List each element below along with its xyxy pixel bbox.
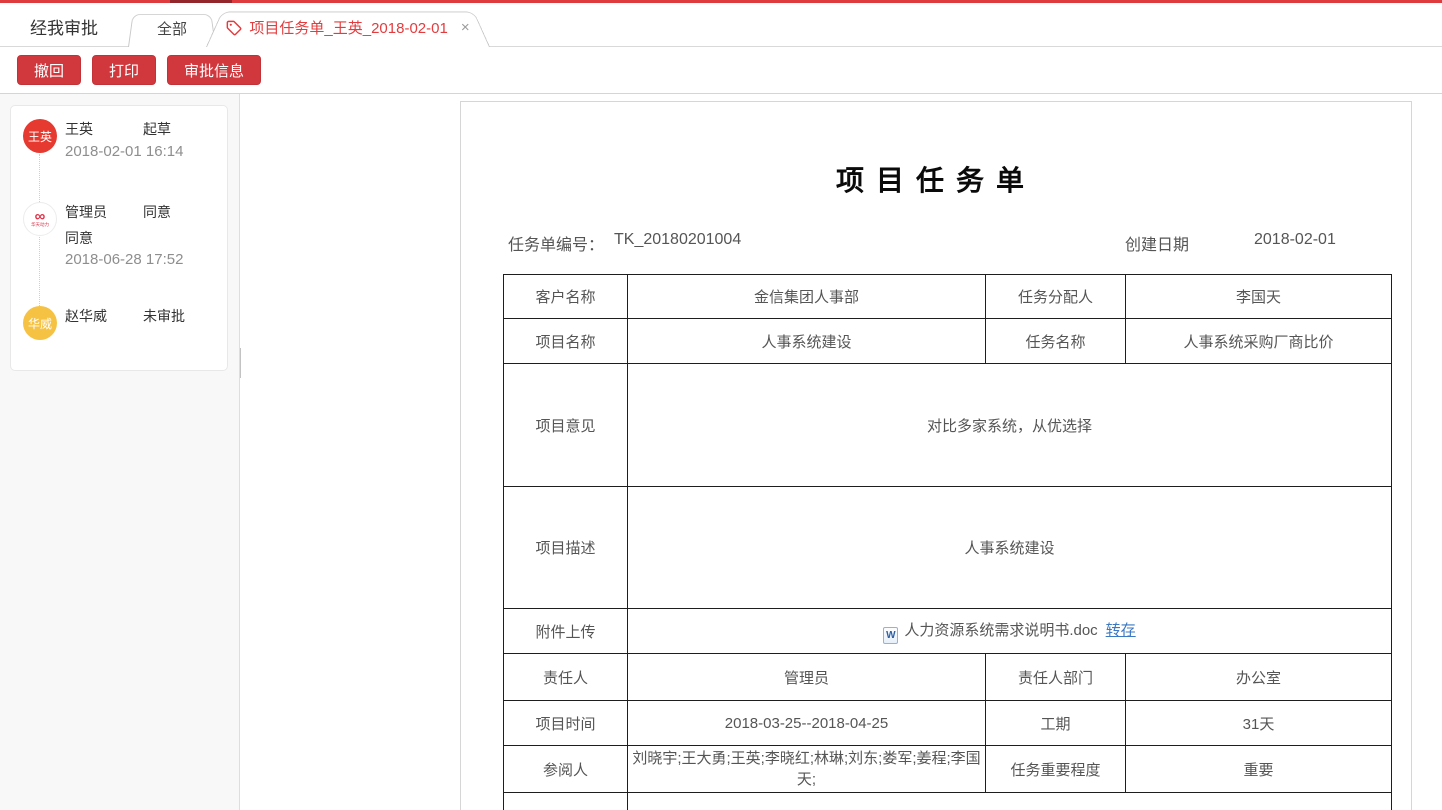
created-date-value: 2018-02-01 — [1254, 231, 1336, 249]
period-label: 项目时间 — [504, 701, 628, 746]
document-page: 项目任务单 任务单编号： TK_20180201004 创建日期 2018-02… — [460, 101, 1412, 810]
opinion-label: 项目意见 — [504, 364, 628, 487]
readers-label: 参阅人 — [504, 746, 628, 793]
page-title: 经我审批 — [30, 14, 98, 39]
logo-avatar: ∞ 华天动力 — [23, 202, 57, 236]
description-label: 项目描述 — [504, 487, 628, 609]
approval-info-button[interactable]: 审批信息 — [167, 55, 261, 85]
flow-step-admin: ∞ 华天动力 管理员 同意 同意 2018-06-28 17:52 — [23, 202, 219, 269]
owner-dept-label: 责任人部门 — [986, 654, 1126, 701]
avatar-initials: 华威 — [28, 315, 52, 332]
document-meta-row: 任务单编号： TK_20180201004 创建日期 2018-02-01 — [461, 231, 1411, 255]
step-status: 起草 — [143, 120, 171, 139]
step-user-name: 王英 — [65, 120, 143, 139]
importance-label: 任务重要程度 — [986, 746, 1126, 793]
document-area: 项目任务单 任务单编号： TK_20180201004 创建日期 2018-02… — [241, 94, 1442, 810]
project-name-label: 项目名称 — [504, 319, 628, 364]
flow-step-draft: 王英 王英 起草 2018-02-01 16:14 — [23, 119, 219, 161]
task-name-value: 人事系统采购厂商比价 — [1126, 319, 1392, 364]
opinion-value: 对比多家系统，从优选择 — [628, 364, 1392, 487]
description-value: 人事系统建设 — [628, 487, 1392, 609]
project-name-value: 人事系统建设 — [628, 319, 986, 364]
logo-brand-text: 华天动力 — [31, 222, 49, 227]
approval-flow-panel: 王英 王英 起草 2018-02-01 16:14 ∞ 华天动力 — [0, 94, 240, 810]
logo-infinity-icon: ∞ — [35, 211, 46, 222]
step-user-name: 赵华威 — [65, 307, 143, 326]
period-value: 2018-03-25--2018-04-25 — [628, 701, 986, 746]
duration-value: 31天 — [1126, 701, 1392, 746]
created-date-label: 创建日期 — [1125, 231, 1189, 255]
step-status: 未审批 — [143, 307, 185, 326]
duration-label: 工期 — [986, 701, 1126, 746]
tab-task-form-label: 项目任务单_王英_2018-02-01 — [249, 17, 447, 38]
app-window: 经我审批 全部 项目任务单_王英_2018-02-01 × 撤回 打印 审批信息… — [0, 0, 1442, 810]
task-no-value: TK_20180201004 — [614, 231, 741, 249]
withdraw-button[interactable]: 撤回 — [17, 55, 81, 85]
tab-all-label: 全部 — [157, 18, 187, 39]
tab-bar: 经我审批 全部 项目任务单_王英_2018-02-01 × — [0, 3, 1442, 47]
step-status: 同意 — [143, 203, 171, 222]
assigner-label: 任务分配人 — [986, 275, 1126, 319]
tag-icon — [226, 20, 242, 36]
toolbar: 撤回 打印 审批信息 — [0, 47, 1442, 94]
tab-all[interactable]: 全部 — [128, 10, 216, 47]
step-user-name: 管理员 — [65, 203, 143, 222]
attachment-save-link[interactable]: 转存 — [1106, 622, 1136, 639]
tab-task-form[interactable]: 项目任务单_王英_2018-02-01 × — [206, 7, 490, 47]
empty-label-cell — [504, 793, 628, 810]
task-form-table: 客户名称 金信集团人事部 任务分配人 李国天 项目名称 人事系统建设 任务名称 … — [503, 274, 1392, 810]
word-doc-icon: W — [883, 627, 898, 644]
step-time: 2018-06-28 17:52 — [65, 250, 219, 269]
close-icon[interactable]: × — [461, 19, 470, 36]
approval-flow-card: 王英 王英 起草 2018-02-01 16:14 ∞ 华天动力 — [10, 105, 228, 371]
customer-label: 客户名称 — [504, 275, 628, 319]
document-title: 项目任务单 — [461, 159, 1411, 199]
task-no-label: 任务单编号： — [508, 231, 604, 255]
assigner-value: 李国天 — [1126, 275, 1392, 319]
attachment-file-link[interactable]: 人力资源系统需求说明书.doc — [904, 622, 1097, 639]
flow-step-pending: 华威 赵华威 未审批 — [23, 306, 219, 340]
avatar-initials: 王英 — [28, 128, 52, 145]
attachment-label: 附件上传 — [504, 609, 628, 654]
owner-label: 责任人 — [504, 654, 628, 701]
task-name-label: 任务名称 — [986, 319, 1126, 364]
avatar: 王英 — [23, 119, 57, 153]
customer-value: 金信集团人事部 — [628, 275, 986, 319]
attachment-cell: W 人力资源系统需求说明书.doc 转存 — [628, 609, 1392, 654]
step-time: 2018-02-01 16:14 — [65, 142, 219, 161]
step-comment: 同意 — [65, 229, 219, 247]
readers-value: 刘晓宇;王大勇;王英;李晓红;林琳;刘东;娄军;姜程;李国天; — [628, 746, 986, 793]
owner-dept-value: 办公室 — [1126, 654, 1392, 701]
owner-value: 管理员 — [628, 654, 986, 701]
avatar: 华威 — [23, 306, 57, 340]
importance-value: 重要 — [1126, 746, 1392, 793]
empty-content-cell — [628, 793, 1392, 810]
print-button[interactable]: 打印 — [92, 55, 156, 85]
